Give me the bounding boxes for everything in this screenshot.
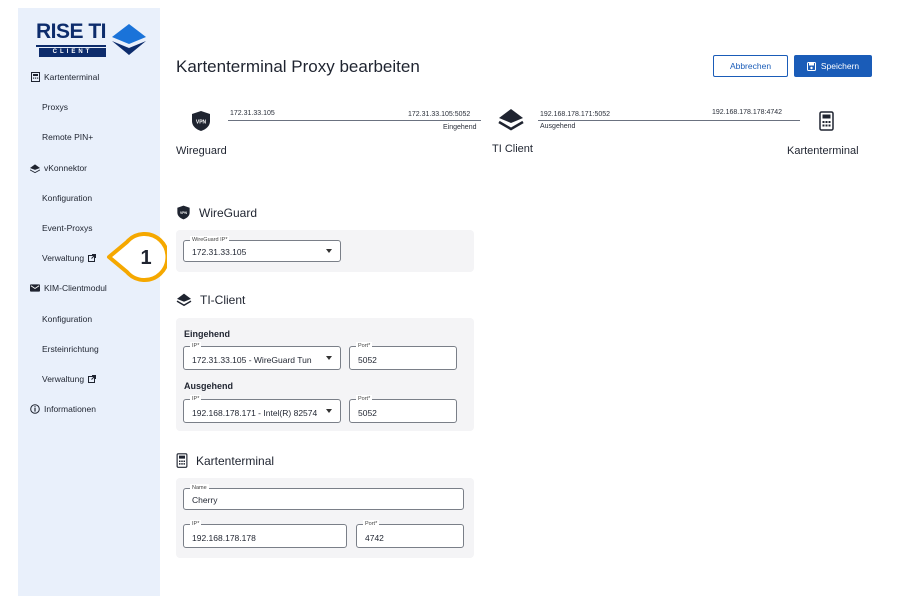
incoming-subhead: Eingehend [184,329,231,339]
ti-to-kt-line [538,120,800,121]
cancel-button[interactable]: Abbrechen [713,55,788,77]
terminal-name-input[interactable]: Name Cherry [183,484,464,510]
vpn-badge-label: VPN [196,120,207,126]
field-label: IP* [190,395,202,403]
outgoing-ip-select[interactable]: IP* 192.168.178.171 - Intel(R) 82574 [183,395,341,423]
ticlient-card: Eingehend IP* 172.31.33.105 - WireGuard … [176,318,474,431]
sidebar-item-label: KIM-Clientmodul [44,283,107,293]
sidebar-item-label: Kartenterminal [44,72,100,82]
field-value: 192.168.178.171 - Intel(R) 82574 [192,408,318,418]
kim-mail-icon [30,283,40,293]
rise-ti-logo[interactable]: RISE TI CLIENT [36,20,146,60]
field-value: 192.168.178.178 [192,533,256,543]
wireguard-node-label: Wireguard [176,145,227,157]
field-label: WireGuard IP* [190,236,230,244]
field-label: Port* [356,395,373,403]
card-terminal-icon [819,111,834,131]
ticlient-title: TI-Client [200,293,246,307]
sidebar-item-kim-verwaltung[interactable]: Verwaltung [18,374,160,384]
ti-client-node-label: TI Client [492,143,533,155]
outgoing-subhead: Ausgehend [184,381,234,391]
field-value: 5052 [358,355,377,365]
sidebar-item-label: Verwaltung [42,253,85,263]
page-title: Kartenterminal Proxy bearbeiten [176,57,420,76]
sidebar-item-vkonnektor[interactable]: vKonnektor [18,163,160,173]
save-label: Speichern [820,61,860,71]
ti-endpoint-text: 192.168.178.171:5052 [540,111,611,118]
sidebar-item-label: Ersteinrichtung [42,344,99,354]
field-value: 4742 [365,533,384,543]
ti-client-diamond-icon [176,293,192,307]
field-label: Port* [363,520,380,528]
ticlient-section-title: TI-Client [176,293,245,307]
field-label: IP* [190,520,202,528]
logo-sub: CLIENT [39,48,106,57]
field-value: Cherry [192,495,218,505]
terminal-card: Name Cherry IP* 192.168.178.178 Port* 47… [176,478,474,558]
terminal-ip-input[interactable]: IP* 192.168.178.178 [183,520,347,548]
logo-underline [36,45,106,47]
field-label: IP* [190,342,202,350]
vkonnektor-icon [30,163,40,173]
info-icon [30,404,40,414]
vpn-shield-icon: VPN [177,205,190,220]
sidebar-item-konfiguration[interactable]: Konfiguration [18,193,160,203]
wireguard-card: WireGuard IP* 172.31.33.105 [176,230,474,272]
vpn-shield-icon: VPN [192,111,210,131]
sidebar-item-proxys[interactable]: Proxys [18,102,160,112]
sidebar-item-kim-konfiguration[interactable]: Konfiguration [18,314,160,324]
sidebar-item-label: Konfiguration [42,193,93,203]
card-terminal-icon [176,453,188,468]
chevron-down-icon [326,356,332,360]
outgoing-port-input[interactable]: Port* 5052 [349,395,457,423]
field-label: Port* [356,342,373,350]
terminal-title: Kartenterminal [196,453,275,468]
sidebar-item-label: Proxys [42,102,68,112]
sidebar-item-ersteinrichtung[interactable]: Ersteinrichtung [18,344,160,354]
sidebar-item-label: Informationen [44,404,96,414]
ti-client-diamond-icon [498,109,524,131]
logo-diamond-icon [112,24,146,55]
external-link-icon [88,254,97,262]
sidebar-item-label: Verwaltung [42,374,85,384]
chevron-down-icon [326,249,332,253]
sidebar-item-label: vKonnektor [44,163,87,173]
wireguard-ip-select[interactable]: WireGuard IP* 172.31.33.105 [183,236,341,262]
field-value: 172.31.33.105 [192,247,247,257]
terminal-section-title: Kartenterminal [176,453,274,468]
wg-ip-text: 172.31.33.105 [230,110,275,117]
callout-number: 1 [140,247,151,269]
wireguard-title: WireGuard [199,205,258,220]
logo-brand: RISE TI [36,20,107,43]
incoming-text: Eingehend [443,124,477,131]
sidebar-item-informationen[interactable]: Informationen [18,404,160,414]
sidebar-item-label: Remote PIN+ [42,132,94,142]
external-link-icon [88,375,97,383]
incoming-ip-select[interactable]: IP* 172.31.33.105 - WireGuard Tun [183,342,341,370]
save-button[interactable]: Speichern [794,55,872,77]
kt-endpoint-text: 192.168.178.178:4742 [712,109,783,116]
kartenterminal-node-label: Kartenterminal [787,145,859,157]
wg-to-ti-line [228,120,481,121]
wireguard-section-title: VPN WireGuard [176,205,257,220]
cancel-label: Abbrechen [729,61,772,71]
field-value: 5052 [358,408,377,418]
terminal-port-input[interactable]: Port* 4742 [356,520,464,548]
sidebar-item-kartenterminal[interactable]: Kartenterminal [18,72,160,82]
card-terminal-icon [30,72,40,82]
field-label: Name [190,484,209,492]
chevron-down-icon [326,409,332,413]
incoming-port-input[interactable]: Port* 5052 [349,342,457,370]
callout-marker: 1 [107,232,167,282]
outgoing-text: Ausgehend [540,123,576,130]
field-value: 172.31.33.105 - WireGuard Tun [192,355,312,365]
floppy-disk-icon [806,61,816,71]
vpn-badge-label: VPN [180,211,188,215]
sidebar: RISE TI CLIENT Kartenterminal Proxys Rem… [18,8,160,596]
sidebar-item-label: Event-Proxys [42,223,93,233]
wg-endpoint-text: 172.31.33.105:5052 [408,111,471,118]
sidebar-item-label: Konfiguration [42,314,93,324]
sidebar-item-remote-pin[interactable]: Remote PIN+ [18,132,160,142]
